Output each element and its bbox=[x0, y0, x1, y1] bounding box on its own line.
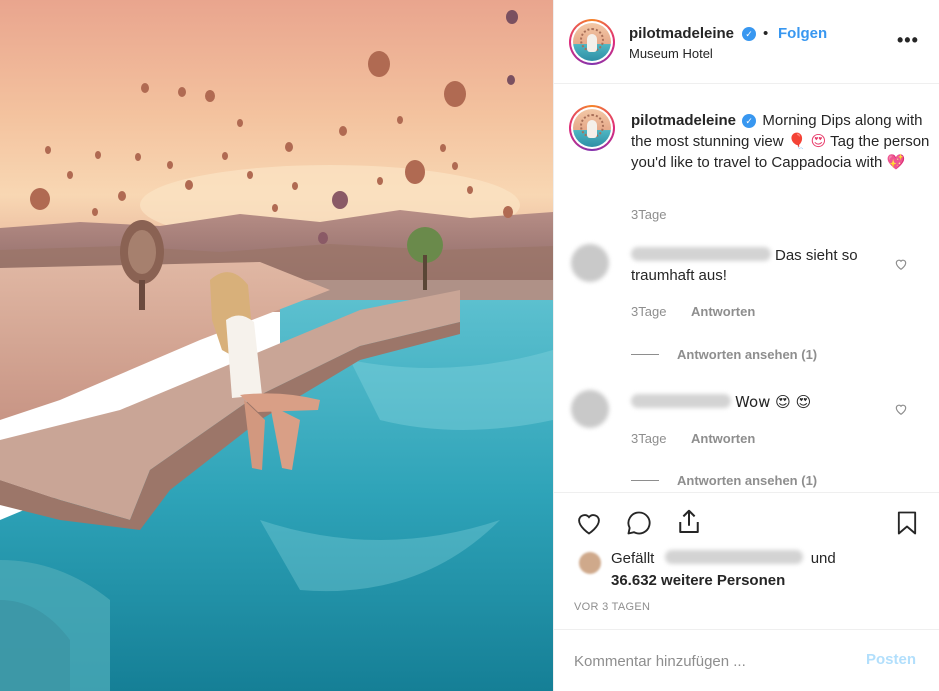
commenter-username[interactable] bbox=[631, 394, 731, 408]
view-replies-button[interactable]: Antworten ansehen (1) bbox=[631, 347, 817, 362]
reply-button[interactable]: Antworten bbox=[691, 431, 755, 446]
caption-username[interactable]: pilotmadeleine bbox=[631, 112, 736, 129]
like-comment-heart-icon[interactable] bbox=[894, 257, 908, 271]
view-replies-button[interactable]: Antworten ansehen (1) bbox=[631, 473, 817, 488]
balloon-emoji: 🎈 bbox=[787, 132, 807, 150]
reply-button[interactable]: Antworten bbox=[691, 304, 755, 319]
commenter-username[interactable] bbox=[631, 247, 771, 261]
sparkling-heart-emoji: 💖 bbox=[886, 153, 906, 171]
post-header: pilotmadeleine ✓ • Folgen Museum Hotel •… bbox=[554, 0, 939, 84]
author-username[interactable]: pilotmadeleine bbox=[629, 25, 734, 42]
liker-username[interactable] bbox=[664, 550, 803, 564]
commenter-avatar[interactable] bbox=[571, 244, 609, 282]
comment-icon[interactable] bbox=[624, 509, 654, 537]
verified-badge-icon: ✓ bbox=[742, 114, 757, 128]
post-caption: pilotmadeleine ✓ Morning Dips along with… bbox=[631, 111, 931, 173]
post-actions: Gefällt und 36.632 weitere Personen VOR … bbox=[554, 492, 939, 629]
view-replies-label: Antworten ansehen (1) bbox=[677, 347, 818, 362]
likes-summary: Gefällt und bbox=[611, 550, 836, 567]
comment-text: Wow 😍 😍 bbox=[631, 392, 881, 413]
comment-body: Wow 😍 😍 bbox=[735, 393, 812, 411]
divider-line bbox=[631, 354, 659, 355]
comment-time[interactable]: 3Tage bbox=[631, 304, 666, 319]
post-details-panel: pilotmadeleine ✓ • Folgen Museum Hotel •… bbox=[553, 0, 939, 691]
post-comment-button[interactable]: Posten bbox=[866, 651, 916, 668]
add-comment-section: Posten bbox=[554, 629, 939, 691]
avatar-image bbox=[573, 23, 611, 61]
avatar-image bbox=[573, 109, 611, 147]
header-separator: • bbox=[763, 25, 769, 42]
commenter-avatar[interactable] bbox=[571, 390, 609, 428]
heart-eyes-emoji: 😍 bbox=[810, 132, 827, 150]
more-icon[interactable]: ••• bbox=[897, 30, 919, 51]
like-comment-heart-icon[interactable] bbox=[894, 402, 908, 416]
follow-button[interactable]: Folgen bbox=[778, 25, 827, 42]
comment-text: Das sieht so traumhaft aus! bbox=[631, 246, 881, 286]
verified-badge-icon: ✓ bbox=[742, 27, 756, 41]
caption-time[interactable]: 3Tage bbox=[631, 207, 666, 222]
divider-line bbox=[631, 480, 659, 481]
post-photo[interactable] bbox=[0, 0, 553, 691]
liker-avatar[interactable] bbox=[579, 552, 601, 574]
likes-suffix: und bbox=[810, 550, 836, 567]
caption-author-avatar[interactable] bbox=[569, 105, 615, 151]
comment-input[interactable] bbox=[574, 648, 844, 674]
view-replies-label: Antworten ansehen (1) bbox=[677, 473, 818, 488]
likes-prefix: Gefällt bbox=[611, 550, 655, 567]
author-avatar[interactable] bbox=[569, 19, 615, 65]
likes-count[interactable]: 36.632 weitere Personen bbox=[611, 572, 785, 589]
bookmark-icon[interactable] bbox=[893, 508, 921, 538]
post-photo-canvas bbox=[0, 0, 553, 691]
post-location[interactable]: Museum Hotel bbox=[629, 46, 713, 61]
heart-icon[interactable] bbox=[574, 509, 604, 537]
post-timestamp[interactable]: VOR 3 TAGEN bbox=[574, 601, 650, 613]
share-icon[interactable] bbox=[674, 507, 704, 537]
comment-time[interactable]: 3Tage bbox=[631, 431, 666, 446]
